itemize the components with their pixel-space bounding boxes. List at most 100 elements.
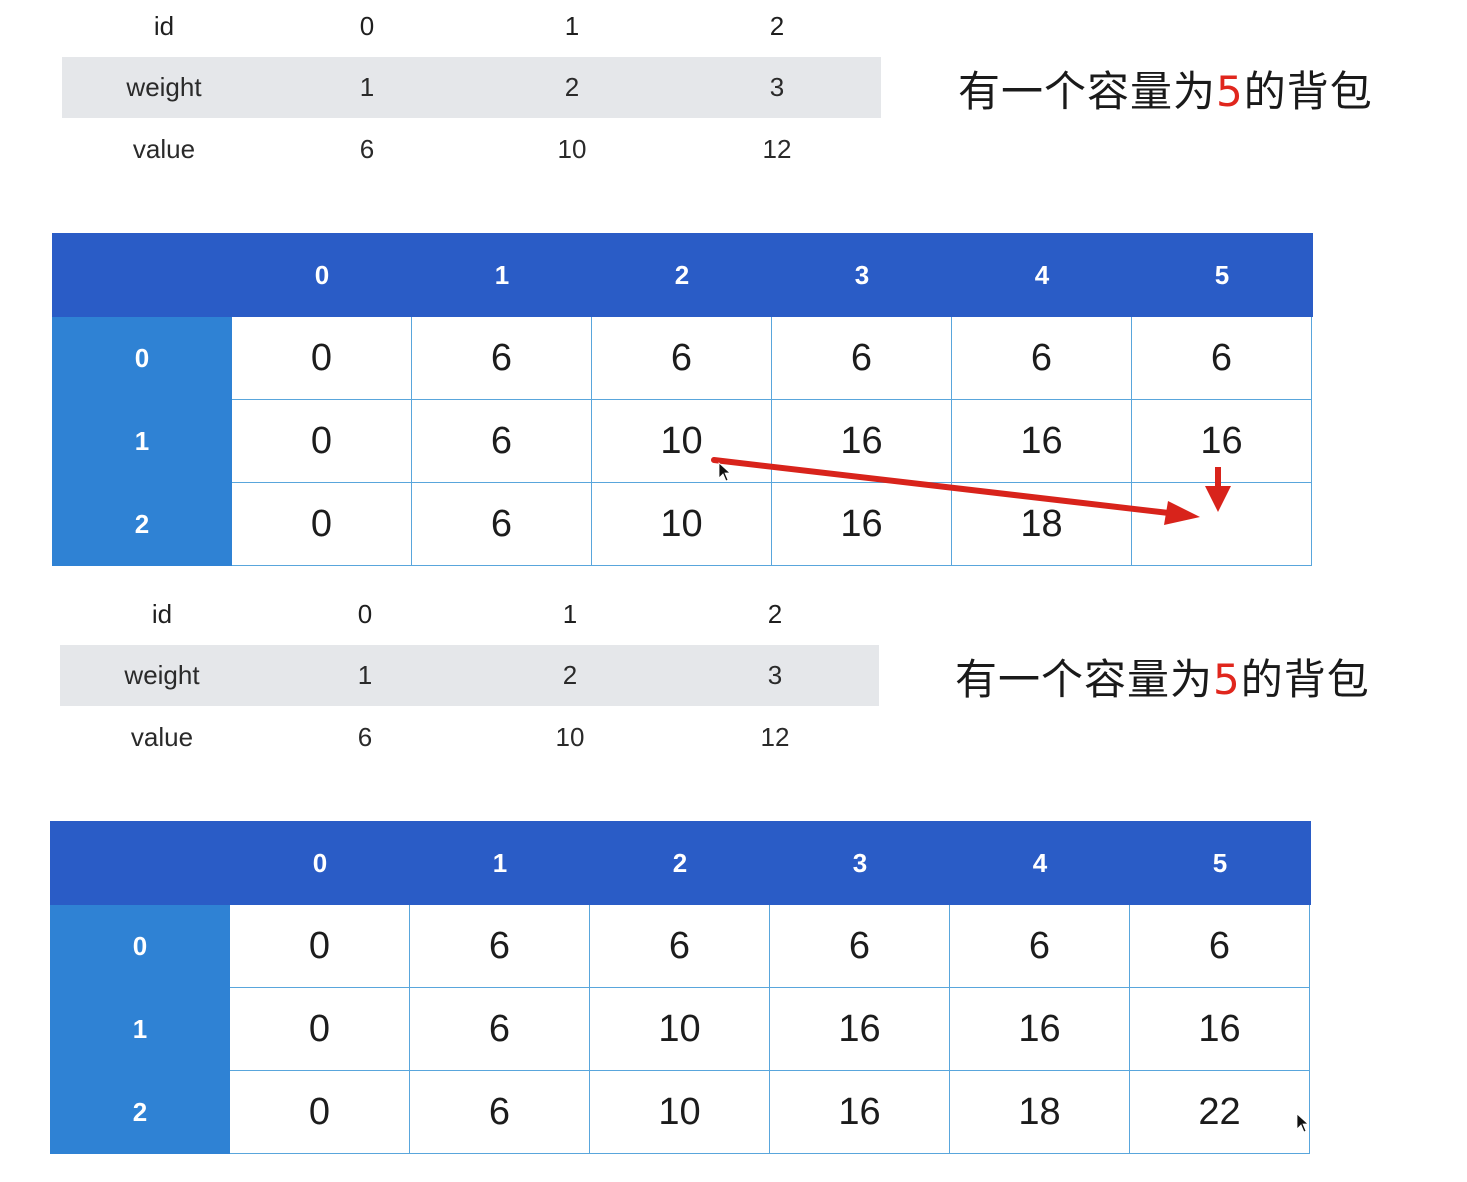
dp-cell: 6 — [412, 483, 592, 566]
grid-body: 0 6 6 6 6 6 0 6 10 16 16 16 0 6 10 16 18 22 — [230, 905, 1311, 1154]
row-header-0: 0 — [134, 343, 150, 373]
knapsack-panel-2: id 0 1 2 weight 1 2 3 value 6 10 12 有一个容… — [0, 588, 1467, 1178]
item-id-0: 0 — [357, 599, 373, 629]
dp-cell: 0 — [230, 988, 410, 1071]
dp-cell: 6 — [592, 317, 772, 400]
grid-header-row: 0 1 2 3 4 5 — [50, 821, 1311, 905]
dp-cell: 6 — [952, 317, 1132, 400]
dp-cell: 18 — [952, 483, 1132, 566]
dp-cell: 6 — [410, 1071, 590, 1154]
dp-cell: 6 — [412, 317, 592, 400]
dp-cell: 16 — [952, 400, 1132, 483]
dp-cell: 0 — [232, 483, 412, 566]
caption-suffix: 的背包 — [1243, 67, 1373, 116]
row-label-value: value — [130, 722, 194, 752]
dp-cell: 16 — [772, 400, 952, 483]
item-weight-0: 1 — [359, 72, 375, 102]
row-header-2: 2 — [132, 1097, 148, 1127]
col-header-5: 5 — [1214, 260, 1230, 290]
row-header-2: 2 — [134, 509, 150, 539]
row-header-1: 1 — [134, 426, 150, 456]
dp-cell: 0 — [230, 905, 410, 988]
item-value-0: 6 — [357, 722, 373, 752]
item-id-2: 2 — [769, 11, 785, 41]
item-weight-2: 3 — [769, 72, 785, 102]
item-weight-0: 1 — [357, 660, 373, 690]
row-header-0: 0 — [132, 931, 148, 961]
items-id-row: id 0 1 2 — [62, 0, 881, 57]
items-id-row: id 0 1 2 — [60, 584, 879, 645]
caption-prefix: 有一个容量为 — [958, 67, 1217, 116]
dp-cell: 6 — [590, 905, 770, 988]
row-header-1: 1 — [132, 1014, 148, 1044]
col-header-4: 4 — [1032, 848, 1048, 878]
dp-cell: 0 — [232, 317, 412, 400]
dp-cell: 6 — [412, 400, 592, 483]
row-label-id: id — [151, 599, 173, 629]
item-value-2: 12 — [762, 134, 792, 164]
items-value-row: value 6 10 12 — [60, 707, 879, 768]
items-value-row: value 6 10 12 — [62, 119, 881, 180]
col-header-3: 3 — [852, 848, 868, 878]
dp-cell: 10 — [590, 988, 770, 1071]
col-header-4: 4 — [1034, 260, 1050, 290]
col-header-2: 2 — [672, 848, 688, 878]
dp-cell: 0 — [232, 400, 412, 483]
item-value-2: 12 — [760, 722, 790, 752]
dp-cell: 6 — [410, 988, 590, 1071]
col-header-5: 5 — [1212, 848, 1228, 878]
item-weight-1: 2 — [562, 660, 578, 690]
dp-cell: 10 — [590, 1071, 770, 1154]
item-id-1: 1 — [564, 11, 580, 41]
caption-prefix: 有一个容量为 — [955, 655, 1214, 704]
col-header-1: 1 — [492, 848, 508, 878]
dp-cell: 16 — [950, 988, 1130, 1071]
dp-grid: 012345 012 0 6 6 6 6 6 0 6 10 16 16 16 0 6 10 16 18 — [52, 233, 1313, 566]
row-label-weight: weight — [126, 72, 202, 102]
item-id-2: 2 — [767, 599, 783, 629]
dp-cell: 6 — [1130, 905, 1310, 988]
caption-capacity: 5 — [1216, 67, 1244, 116]
dp-cell: 18 — [950, 1071, 1130, 1154]
grid-row-header-column: 0 1 2 — [52, 317, 232, 566]
caption-suffix: 的背包 — [1240, 655, 1370, 704]
dp-cell: 6 — [950, 905, 1130, 988]
col-header-0: 0 — [312, 848, 328, 878]
dp-cell: 6 — [410, 905, 590, 988]
item-value-1: 10 — [555, 722, 585, 752]
col-header-1: 1 — [494, 260, 510, 290]
dp-cell: 6 — [770, 905, 950, 988]
row-label-weight: weight — [124, 660, 200, 690]
knapsack-panel-1: id 0 1 2 weight 1 2 3 value 6 10 12 有一个容… — [0, 0, 1467, 590]
grid-header-row: 0 1 2 3 4 5 — [52, 233, 1313, 317]
caption-capacity: 5 — [1213, 655, 1241, 704]
dp-grid: 012345 012 0 6 6 6 6 6 0 6 10 16 16 16 0 6 10 16 18 22 — [50, 821, 1311, 1154]
item-value-0: 6 — [359, 134, 375, 164]
col-header-3: 3 — [854, 260, 870, 290]
row-label-value: value — [132, 134, 196, 164]
col-header-0: 0 — [314, 260, 330, 290]
item-id-1: 1 — [562, 599, 578, 629]
item-weight-2: 3 — [767, 660, 783, 690]
dp-cell: 6 — [1132, 317, 1312, 400]
knapsack-caption: 有一个容量为5的背包 — [958, 58, 1373, 119]
items-weight-row: weight 1 2 3 — [60, 645, 879, 706]
dp-cell: 16 — [772, 483, 952, 566]
items-weight-row: weight 1 2 3 — [62, 57, 881, 118]
dp-cell: 10 — [592, 483, 772, 566]
item-weight-1: 2 — [564, 72, 580, 102]
grid-row-header-column: 0 1 2 — [50, 905, 230, 1154]
col-header-2: 2 — [674, 260, 690, 290]
dp-cell: 6 — [772, 317, 952, 400]
dp-cell: 16 — [1130, 988, 1310, 1071]
knapsack-caption: 有一个容量为5的背包 — [955, 646, 1370, 707]
row-label-id: id — [153, 11, 175, 41]
dp-cell: 0 — [230, 1071, 410, 1154]
dp-cell: 16 — [1132, 400, 1312, 483]
dp-cell: 22 — [1130, 1071, 1310, 1154]
item-id-0: 0 — [359, 11, 375, 41]
dp-cell: 16 — [770, 1071, 950, 1154]
item-value-1: 10 — [557, 134, 587, 164]
dp-cell: 10 — [592, 400, 772, 483]
grid-body: 0 6 6 6 6 6 0 6 10 16 16 16 0 6 10 16 18 — [232, 317, 1313, 566]
